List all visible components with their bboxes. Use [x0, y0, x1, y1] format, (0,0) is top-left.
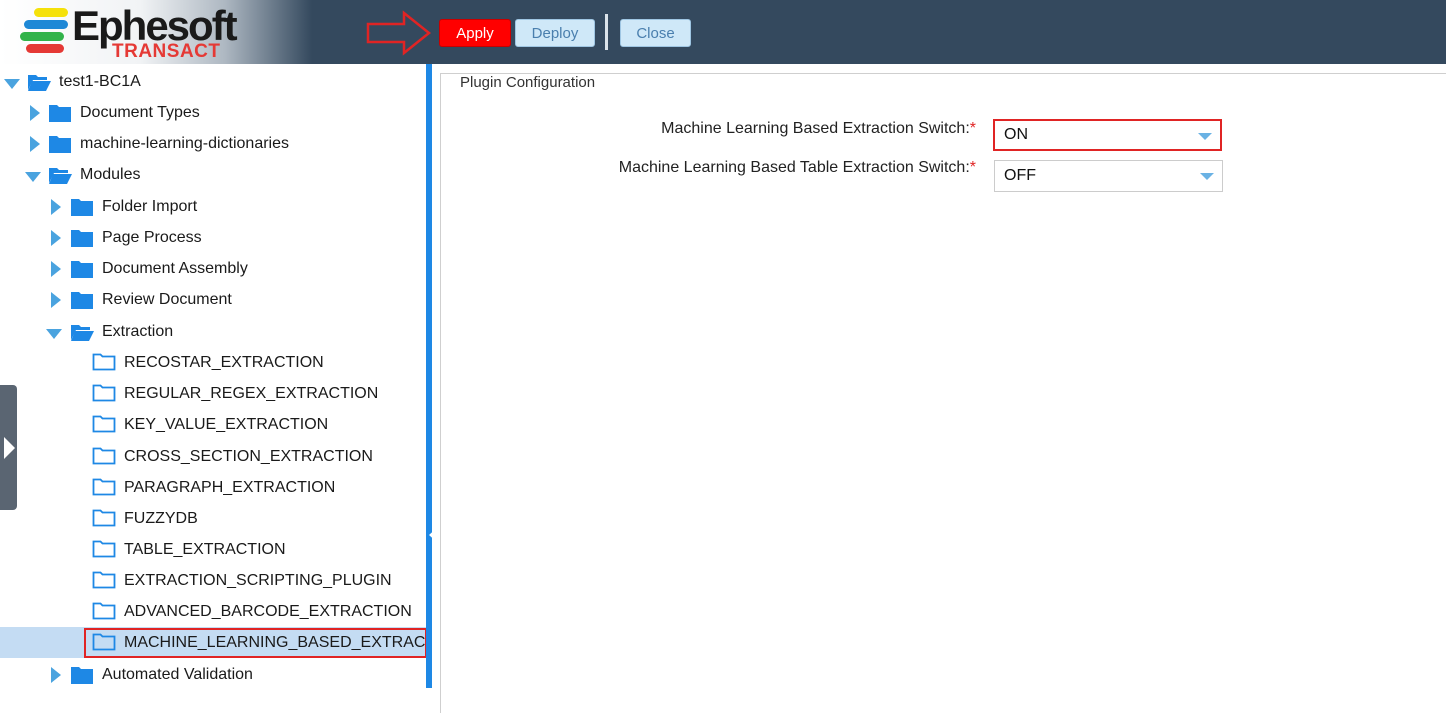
folder-icon: [71, 199, 93, 216]
folder-outline-icon: [92, 571, 116, 589]
tree-label-automated-validation: Automated Validation: [102, 666, 253, 683]
tree-node-modules[interactable]: Modules: [0, 160, 426, 191]
tree-node-ml-dictionaries[interactable]: machine-learning-dictionaries: [0, 129, 426, 160]
close-button[interactable]: Close: [620, 19, 691, 47]
folder-open-icon: [71, 325, 94, 341]
collapse-icon[interactable]: [4, 77, 20, 91]
tree-node-document-types[interactable]: Document Types: [0, 98, 426, 129]
tree-label-review-document: Review Document: [102, 291, 232, 308]
chevron-down-icon: [1198, 133, 1212, 140]
tree-label-modules: Modules: [80, 166, 141, 183]
chevron-down-icon: [1200, 173, 1214, 180]
expand-icon[interactable]: [49, 230, 63, 246]
folder-outline-icon: [92, 509, 116, 527]
ml-table-switch-label: Machine Learning Based Table Extraction …: [618, 159, 976, 176]
tree-label-root: test1-BC1A: [59, 73, 141, 90]
collapse-icon[interactable]: [46, 327, 62, 341]
tree-leaf-plugin[interactable]: EXTRACTION_SCRIPTING_PLUGIN: [0, 566, 426, 597]
folder-outline-icon: [92, 353, 116, 371]
tree-leaf-plugin[interactable]: CROSS_SECTION_EXTRACTION: [0, 442, 426, 473]
tree-label-document-assembly: Document Assembly: [102, 260, 248, 277]
tree-label-plugin: FUZZYDB: [124, 510, 198, 527]
folder-icon: [71, 292, 93, 309]
ml-table-switch-select[interactable]: OFF: [994, 160, 1223, 192]
tree-label-plugin: ADVANCED_BARCODE_EXTRACTION: [124, 603, 412, 620]
tree-node-folder-import[interactable]: Folder Import: [0, 192, 426, 223]
tree-label-ml-dictionaries: machine-learning-dictionaries: [80, 135, 289, 152]
annotation-arrow-icon: [366, 10, 432, 56]
expand-icon[interactable]: [49, 292, 63, 308]
expand-icon[interactable]: [28, 105, 42, 121]
ml-table-switch-value: OFF: [1004, 167, 1036, 184]
required-mark: *: [969, 159, 976, 176]
tree-label-plugin: EXTRACTION_SCRIPTING_PLUGIN: [124, 572, 392, 589]
folder-icon: [71, 667, 93, 684]
folder-open-icon: [28, 75, 51, 91]
tree-label-document-types: Document Types: [80, 104, 200, 121]
batch-class-tree: test1-BC1A Document Types machine-learni…: [0, 64, 426, 688]
tree-node-page-process[interactable]: Page Process: [0, 223, 426, 254]
tree-label-folder-import: Folder Import: [102, 198, 198, 215]
folder-icon: [71, 230, 93, 247]
deploy-button[interactable]: Deploy: [515, 19, 595, 47]
ml-switch-select[interactable]: ON: [993, 119, 1222, 151]
expand-icon[interactable]: [49, 199, 63, 215]
tree-node-automated-validation[interactable]: Automated Validation: [0, 660, 426, 688]
app-header: Ephesoft TRANSACT Apply Deploy Close: [0, 0, 1446, 64]
folder-outline-icon: [92, 478, 116, 496]
tree-leaf-plugin[interactable]: ADVANCED_BARCODE_EXTRACTION: [0, 597, 426, 628]
apply-button[interactable]: Apply: [439, 19, 511, 47]
tree-label-plugin: KEY_VALUE_EXTRACTION: [124, 416, 329, 433]
tree-label-plugin: RECOSTAR_EXTRACTION: [124, 354, 324, 371]
ml-switch-value: ON: [1004, 126, 1028, 143]
toolbar-divider: [605, 14, 608, 50]
expand-icon[interactable]: [49, 261, 63, 277]
folder-icon: [49, 105, 71, 122]
expand-icon[interactable]: [28, 136, 42, 152]
tree-leaf-plugin[interactable]: TABLE_EXTRACTION: [0, 535, 426, 566]
tree-label-extraction: Extraction: [102, 323, 174, 340]
tree-leaf-plugin[interactable]: RECOSTAR_EXTRACTION: [0, 348, 426, 379]
fieldset-legend: Plugin Configuration: [457, 74, 599, 92]
folder-outline-icon: [92, 602, 116, 620]
folder-outline-icon: [92, 384, 116, 402]
chevron-right-icon: [4, 437, 15, 459]
folder-outline-icon: [92, 415, 116, 433]
tree-label-plugin: PARAGRAPH_EXTRACTION: [124, 479, 336, 496]
left-panel-toggle[interactable]: [0, 385, 17, 510]
tree-leaf-plugin[interactable]: KEY_VALUE_EXTRACTION: [0, 410, 426, 441]
tree-leaf-plugin[interactable]: FUZZYDB: [0, 504, 426, 535]
tree-leaf-plugin[interactable]: REGULAR_REGEX_EXTRACTION: [0, 379, 426, 410]
tree-label-plugin: REGULAR_REGEX_EXTRACTION: [124, 385, 379, 402]
tree-node-root[interactable]: test1-BC1A: [0, 67, 426, 98]
ml-switch-label: Machine Learning Based Extraction Switch…: [661, 120, 976, 137]
expand-icon[interactable]: [49, 667, 63, 683]
logo-bars-icon: [20, 8, 70, 54]
folder-icon: [71, 261, 93, 278]
tree-leaf-plugin-selected[interactable]: MACHINE_LEARNING_BASED_EXTRAC: [0, 627, 426, 658]
tree-node-review-document[interactable]: Review Document: [0, 285, 426, 316]
tree-label-plugin: TABLE_EXTRACTION: [124, 541, 286, 558]
folder-outline-icon: [92, 447, 116, 465]
required-mark: *: [969, 120, 976, 137]
folder-open-icon: [49, 168, 72, 184]
selection-highlight: [84, 628, 426, 658]
logo-product: TRANSACT: [112, 41, 221, 62]
plugin-config-panel: Plugin Configuration Machine Learning Ba…: [432, 64, 1446, 713]
folder-icon: [49, 136, 71, 153]
folder-outline-icon: [92, 540, 116, 558]
tree-label-page-process: Page Process: [102, 229, 202, 246]
tree-node-extraction[interactable]: Extraction: [0, 317, 426, 348]
tree-node-document-assembly[interactable]: Document Assembly: [0, 254, 426, 285]
collapse-icon[interactable]: [25, 170, 41, 184]
logo: Ephesoft TRANSACT: [0, 0, 312, 64]
tree-leaf-plugin[interactable]: PARAGRAPH_EXTRACTION: [0, 473, 426, 504]
tree-label-plugin: CROSS_SECTION_EXTRACTION: [124, 448, 373, 465]
